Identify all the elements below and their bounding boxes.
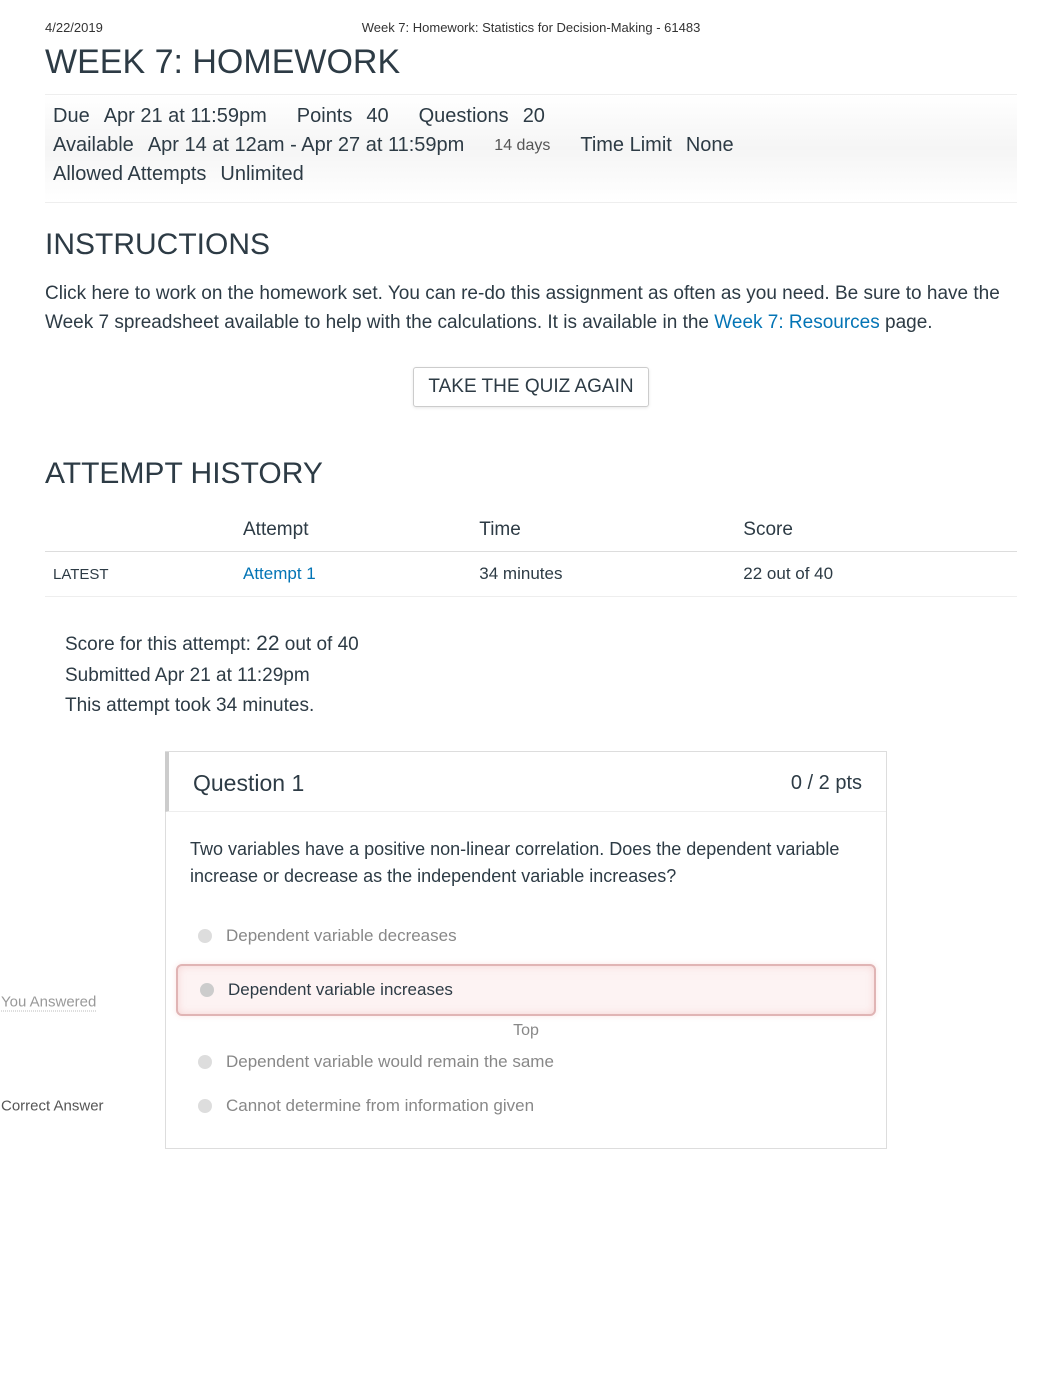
- radio-icon: [198, 1055, 212, 1069]
- meta-available-days: 14 days: [494, 137, 550, 155]
- attempt-link[interactable]: Attempt 1: [243, 564, 316, 583]
- radio-icon: [198, 929, 212, 943]
- attempt-duration: This attempt took 34 minutes.: [65, 691, 1017, 721]
- col-time: Time: [471, 509, 735, 552]
- question-card: Question 1 0 / 2 pts Two variables have …: [165, 751, 887, 1149]
- take-quiz-again-button[interactable]: TAKE THE QUIZ AGAIN: [413, 367, 648, 407]
- answer-option: Dependent variable would remain the same: [166, 1040, 886, 1084]
- col-blank: [45, 509, 235, 552]
- attempt-history-heading: ATTEMPT HISTORY: [45, 457, 1017, 491]
- radio-icon: [200, 983, 214, 997]
- top-link[interactable]: Top: [513, 1022, 539, 1039]
- meta-due: Due Apr 21 at 11:59pm: [53, 105, 267, 128]
- answer-option-selected: Dependent variable increases: [176, 964, 876, 1016]
- meta-timelimit: Time Limit None: [580, 134, 733, 157]
- instructions-heading: INSTRUCTIONS: [45, 228, 1017, 262]
- meta-points: Points 40: [297, 105, 389, 128]
- question-body: Two variables have a positive non-linear…: [166, 812, 886, 914]
- print-doc-title: Week 7: Homework: Statistics for Decisio…: [362, 20, 701, 35]
- meta-available: Available Apr 14 at 12am - Apr 27 at 11:…: [53, 134, 464, 157]
- print-date: 4/22/2019: [45, 20, 103, 35]
- correct-answer-label: Correct Answer: [1, 1098, 104, 1115]
- question-title: Question 1: [193, 770, 304, 797]
- answer-option: Dependent variable decreases: [166, 914, 886, 958]
- you-answered-label: You Answered: [1, 994, 96, 1012]
- meta-attempts: Allowed Attempts Unlimited: [53, 163, 304, 186]
- score-value: 22: [256, 632, 279, 655]
- radio-icon: [198, 1099, 212, 1113]
- submitted-time: Submitted Apr 21 at 11:29pm: [65, 661, 1017, 691]
- instructions-text: Click here to work on the homework set. …: [45, 280, 1017, 337]
- attempt-time: 34 minutes: [471, 552, 735, 597]
- col-score: Score: [735, 509, 1017, 552]
- resources-link[interactable]: Week 7: Resources: [714, 312, 879, 333]
- meta-questions: Questions 20: [419, 105, 545, 128]
- answer-list: Dependent variable decreases You Answere…: [166, 914, 886, 1148]
- answer-option: Cannot determine from information given: [166, 1084, 886, 1128]
- print-header: 4/22/2019 Week 7: Homework: Statistics f…: [45, 20, 1017, 35]
- page-title: WEEK 7: HOMEWORK: [45, 43, 1017, 82]
- score-summary: Score for this attempt: 22 out of 40 Sub…: [45, 627, 1017, 721]
- table-row: LATEST Attempt 1 34 minutes 22 out of 40: [45, 552, 1017, 597]
- latest-badge: LATEST: [53, 566, 109, 583]
- col-attempt: Attempt: [235, 509, 471, 552]
- question-points: 0 / 2 pts: [791, 772, 862, 795]
- quiz-meta: Due Apr 21 at 11:59pm Points 40 Question…: [45, 94, 1017, 203]
- attempt-history-table: Attempt Time Score LATEST Attempt 1 34 m…: [45, 509, 1017, 597]
- attempt-score: 22 out of 40: [735, 552, 1017, 597]
